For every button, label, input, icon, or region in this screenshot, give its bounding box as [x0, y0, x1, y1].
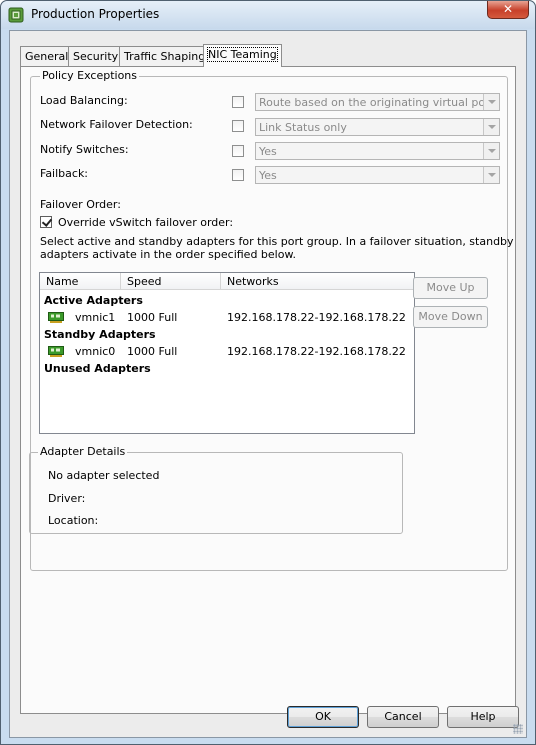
dialog-client-area: General Security Traffic Shaping NIC Tea… — [9, 30, 527, 738]
load-balancing-checkbox[interactable] — [232, 96, 244, 108]
tab-label: Traffic Shaping — [124, 50, 206, 63]
failback-checkbox[interactable] — [232, 169, 244, 181]
adapter-details-legend: Adapter Details — [38, 445, 128, 458]
network-failover-detection-checkbox[interactable] — [232, 120, 244, 132]
notify-switches-checkbox[interactable] — [232, 145, 244, 157]
network-failover-detection-select[interactable]: Link Status only — [255, 118, 500, 136]
column-header-speed[interactable]: Speed — [121, 273, 221, 290]
notify-switches-value: Yes — [259, 145, 277, 158]
override-failover-order-checkbox[interactable] — [40, 216, 52, 228]
failover-description-line1: Select active and standby adapters for t… — [40, 235, 514, 248]
active-adapters-section: Active Adapters — [44, 294, 143, 307]
adapter-row-vmnic1[interactable]: vmnic1 1000 Full 192.168.178.22-192.168.… — [40, 310, 414, 326]
chevron-down-icon[interactable] — [483, 167, 499, 183]
adapter-list-header: Name Speed Networks — [40, 273, 414, 290]
failback-select[interactable]: Yes — [255, 166, 500, 184]
adapter-speed: 1000 Full — [127, 311, 178, 324]
move-down-button[interactable]: Move Down — [413, 306, 488, 328]
tab-security[interactable]: Security — [68, 46, 124, 66]
help-button[interactable]: Help — [447, 706, 519, 728]
tab-label: General — [25, 50, 69, 63]
nic-icon — [48, 312, 64, 323]
adapter-list-view[interactable]: Name Speed Networks Active Adapters vmni… — [39, 272, 415, 434]
chevron-down-icon[interactable] — [483, 143, 499, 159]
network-failover-detection-value: Link Status only — [259, 121, 347, 134]
load-balancing-value: Route based on the originating virtual p… — [259, 96, 500, 109]
notify-switches-label: Notify Switches: — [40, 143, 129, 156]
adapter-networks: 192.168.178.22-192.168.178.22 — [227, 345, 406, 358]
move-up-button[interactable]: Move Up — [413, 277, 488, 299]
tab-nic-teaming[interactable]: NIC Teaming — [203, 44, 282, 67]
load-balancing-label: Load Balancing: — [40, 94, 128, 107]
failback-label: Failback: — [40, 167, 89, 180]
load-balancing-select[interactable]: Route based on the originating virtual p… — [255, 93, 500, 111]
title-bar[interactable]: Production Properties ✕ — [1, 1, 535, 29]
column-header-networks[interactable]: Networks — [221, 273, 414, 290]
chevron-down-icon[interactable] — [483, 94, 499, 110]
properties-window: Production Properties ✕ General Security… — [0, 0, 536, 745]
vsphere-app-icon — [8, 7, 24, 23]
adapter-details-group: Adapter Details No adapter selected Driv… — [29, 445, 403, 534]
unused-adapters-section: Unused Adapters — [44, 362, 151, 375]
adapter-name: vmnic0 — [75, 345, 116, 358]
tab-label: NIC Teaming — [207, 47, 278, 62]
adapter-networks: 192.168.178.22-192.168.178.22 — [227, 311, 406, 324]
nic-teaming-panel: Policy Exceptions Load Balancing: Route … — [20, 66, 516, 714]
chevron-down-icon[interactable] — [483, 119, 499, 135]
location-label: Location: — [48, 514, 99, 527]
tab-traffic-shaping[interactable]: Traffic Shaping — [119, 46, 211, 66]
resize-grip[interactable] — [513, 724, 523, 734]
network-failover-detection-label: Network Failover Detection: — [40, 118, 193, 131]
ok-button[interactable]: OK — [287, 706, 359, 728]
tab-general[interactable]: General — [20, 46, 74, 66]
driver-label: Driver: — [48, 492, 86, 505]
adapter-row-vmnic0[interactable]: vmnic0 1000 Full 192.168.178.22-192.168.… — [40, 344, 414, 360]
adapter-selection-status: No adapter selected — [48, 469, 160, 482]
cancel-button[interactable]: Cancel — [367, 706, 439, 728]
failover-description-line2: adapters activate in the order specified… — [40, 248, 296, 261]
standby-adapters-section: Standby Adapters — [44, 328, 156, 341]
adapter-name: vmnic1 — [75, 311, 116, 324]
column-header-name[interactable]: Name — [40, 273, 121, 290]
window-title: Production Properties — [31, 7, 160, 21]
failback-value: Yes — [259, 169, 277, 182]
notify-switches-select[interactable]: Yes — [255, 142, 500, 160]
nic-icon — [48, 346, 64, 357]
adapter-speed: 1000 Full — [127, 345, 178, 358]
failover-order-heading: Failover Order: — [40, 198, 121, 211]
close-window-button[interactable]: ✕ — [487, 1, 529, 19]
tab-label: Security — [73, 50, 119, 63]
policy-exceptions-legend: Policy Exceptions — [40, 69, 140, 82]
override-failover-order-label[interactable]: Override vSwitch failover order: — [58, 216, 233, 229]
